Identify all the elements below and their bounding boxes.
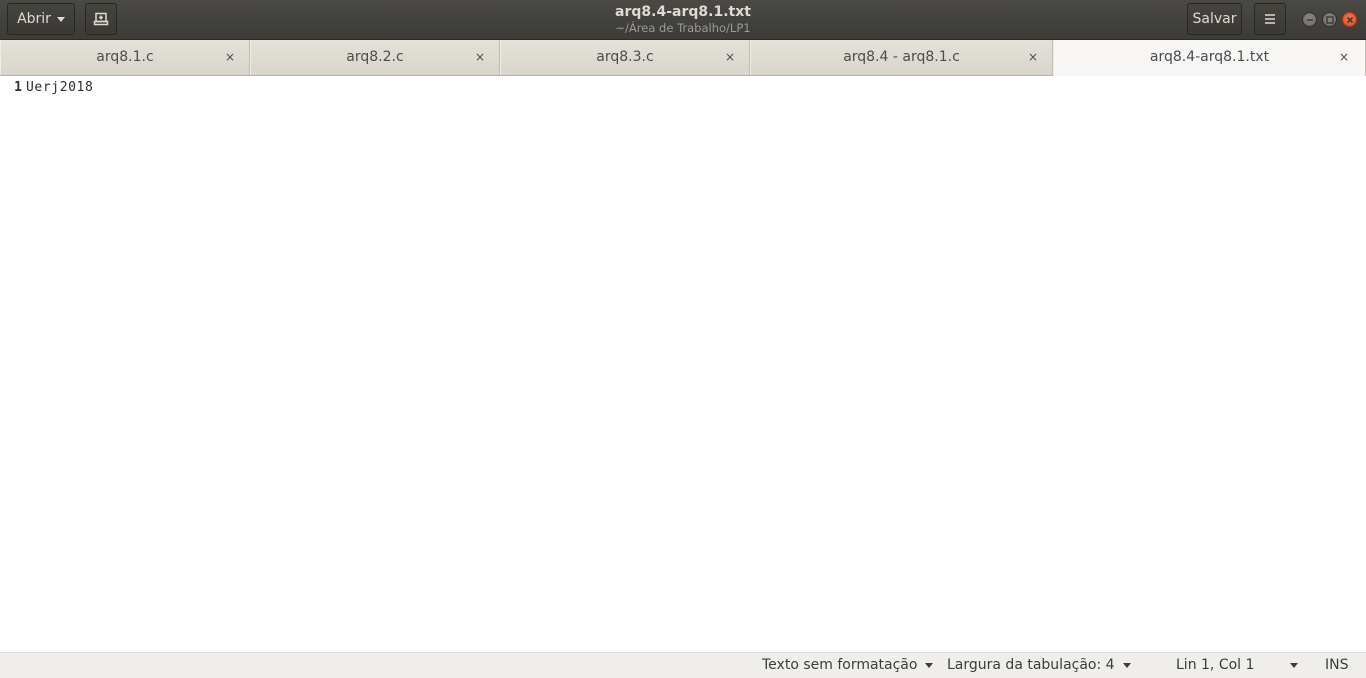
close-icon [1346,16,1353,23]
open-button[interactable]: Abrir [7,3,75,35]
cursor-position-selector[interactable]: Lin 1, Col 1 [1176,657,1298,673]
tab-close-icon[interactable]: × [221,48,239,66]
tab-label: arq8.4-arq8.1.txt [1149,49,1270,65]
document-tabs: arq8.1.c × arq8.2.c × arq8.3.c × arq8.4 … [0,40,1366,76]
title-area: arq8.4-arq8.1.txt ~/Área de Trabalho/LP1 [483,4,883,35]
save-button[interactable]: Salvar [1187,3,1242,35]
tab-close-icon[interactable]: × [1335,48,1353,66]
status-bar: Texto sem formatação Largura da tabulaçã… [0,652,1366,678]
tab-width-label: Largura da tabulação: 4 [947,657,1115,673]
new-document-button[interactable] [85,3,117,35]
minimize-button[interactable] [1302,12,1317,27]
gedit-window: Abrir arq8.4-arq8.1.txt ~/Área de Trabal… [0,0,1366,678]
window-title: arq8.4-arq8.1.txt [615,4,751,20]
chevron-down-icon [1290,663,1298,668]
tab-label: arq8.1.c [96,49,154,65]
hamburger-menu-icon [1265,14,1275,24]
tab-close-icon[interactable]: × [1024,48,1042,66]
tab-arq8-2-c[interactable]: arq8.2.c × [250,40,500,75]
tab-label: arq8.2.c [346,49,404,65]
tab-label: arq8.3.c [596,49,654,65]
menu-button[interactable] [1254,3,1286,35]
open-button-label: Abrir [17,11,51,27]
tab-close-icon[interactable]: × [471,48,489,66]
chevron-down-icon [925,663,934,668]
window-subtitle: ~/Área de Trabalho/LP1 [615,21,751,35]
save-button-label: Salvar [1192,11,1237,27]
chevron-down-icon [1122,663,1131,668]
new-document-icon [93,12,109,26]
maximize-button[interactable] [1322,12,1337,27]
text-line[interactable]: Uerj2018 [26,80,93,95]
insert-mode-indicator[interactable]: INS [1325,657,1349,673]
line-number: 1 [14,80,22,95]
chevron-down-icon [56,17,65,22]
cursor-position-label: Lin 1, Col 1 [1176,657,1255,673]
close-window-button[interactable] [1342,12,1357,27]
header-bar: Abrir arq8.4-arq8.1.txt ~/Área de Trabal… [0,0,1366,40]
tab-close-icon[interactable]: × [721,48,739,66]
insert-mode-label: INS [1325,657,1349,673]
maximize-icon [1325,15,1334,24]
tab-label: arq8.4 - arq8.1.c [843,49,960,65]
tab-arq8-3-c[interactable]: arq8.3.c × [500,40,750,75]
syntax-label: Texto sem formatação [762,657,918,673]
text-editor[interactable]: 1 Uerj2018 [0,76,1366,652]
minimize-icon [1306,18,1313,21]
tab-arq8-4-arq8-1-c[interactable]: arq8.4 - arq8.1.c × [750,40,1053,75]
syntax-selector[interactable]: Texto sem formatação [762,657,934,673]
tab-arq8-4-arq8-1-txt[interactable]: arq8.4-arq8.1.txt × [1053,40,1366,76]
tab-width-selector[interactable]: Largura da tabulação: 4 [947,657,1131,673]
tab-arq8-1-c[interactable]: arq8.1.c × [0,40,250,75]
